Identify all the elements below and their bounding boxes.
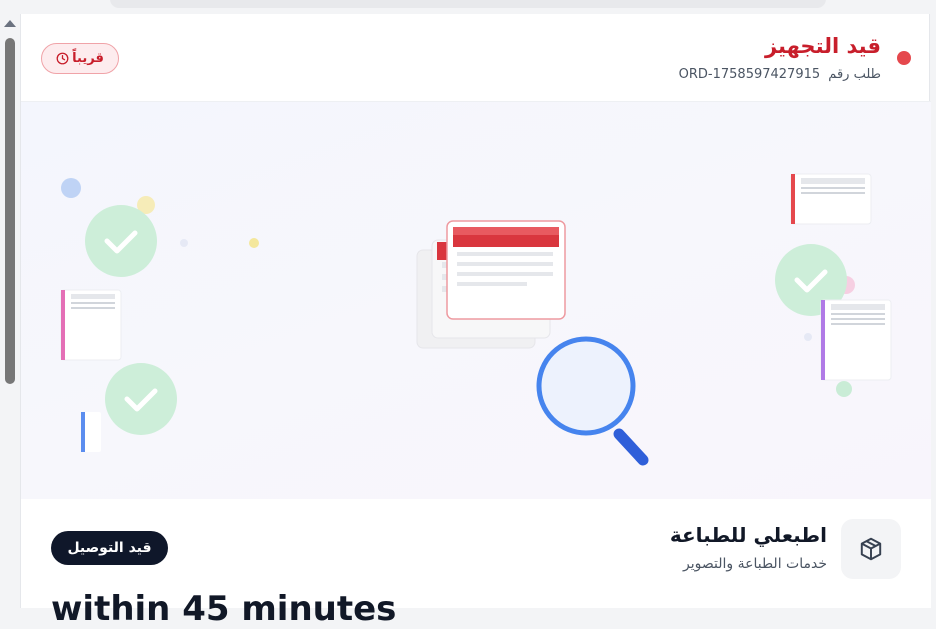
order-status-card: قيد التجهيز طلب رقم ORD-1758597427915 قر…	[20, 14, 931, 629]
order-number-line: طلب رقم ORD-1758597427915	[679, 67, 881, 82]
magnifier-icon	[536, 336, 649, 466]
document-card-red	[790, 173, 872, 225]
store-subtitle: خدمات الطباعة والتصوير	[683, 556, 827, 572]
eta-text: within 45 minutes	[51, 589, 397, 629]
scroll-up-arrow-icon[interactable]	[4, 20, 16, 27]
status-dot	[897, 51, 911, 65]
order-number-label: طلب رقم	[828, 67, 881, 82]
store-icon-container	[841, 519, 901, 579]
order-illustration	[21, 102, 931, 499]
clock-icon	[56, 52, 69, 65]
soon-badge: قريباً	[41, 43, 119, 74]
store-name: اطبعلي للطباعة	[669, 523, 827, 547]
decor-dot	[249, 238, 259, 248]
delivery-status-badge: قيد التوصيل	[51, 531, 168, 565]
preparing-illustration	[60, 173, 892, 466]
decor-dot	[836, 381, 852, 397]
browser-toolbar	[0, 0, 936, 14]
decor-dot	[180, 239, 188, 247]
check-icon	[105, 363, 177, 435]
soon-badge-label: قريباً	[72, 51, 104, 66]
app-window: قيد التجهيز طلب رقم ORD-1758597427915 قر…	[0, 0, 936, 629]
document-card-purple	[820, 299, 892, 381]
order-status-title: قيد التجهيز	[764, 34, 881, 58]
scrollbar[interactable]	[0, 14, 20, 608]
decor-dot	[804, 333, 812, 341]
check-icon	[85, 205, 157, 277]
store-info-section: اطبعلي للطباعة خدمات الطباعة والتصوير قي…	[21, 499, 931, 629]
scrollbar-thumb[interactable]	[5, 38, 15, 384]
document-card-pink	[60, 289, 122, 361]
package-icon	[860, 537, 882, 561]
document-stack	[416, 220, 566, 349]
order-header: قيد التجهيز طلب رقم ORD-1758597427915 قر…	[21, 14, 931, 102]
order-number-value: ORD-1758597427915	[678, 67, 821, 82]
decor-dot	[61, 178, 81, 198]
document-card-blue	[81, 412, 101, 452]
address-bar[interactable]	[110, 0, 826, 8]
